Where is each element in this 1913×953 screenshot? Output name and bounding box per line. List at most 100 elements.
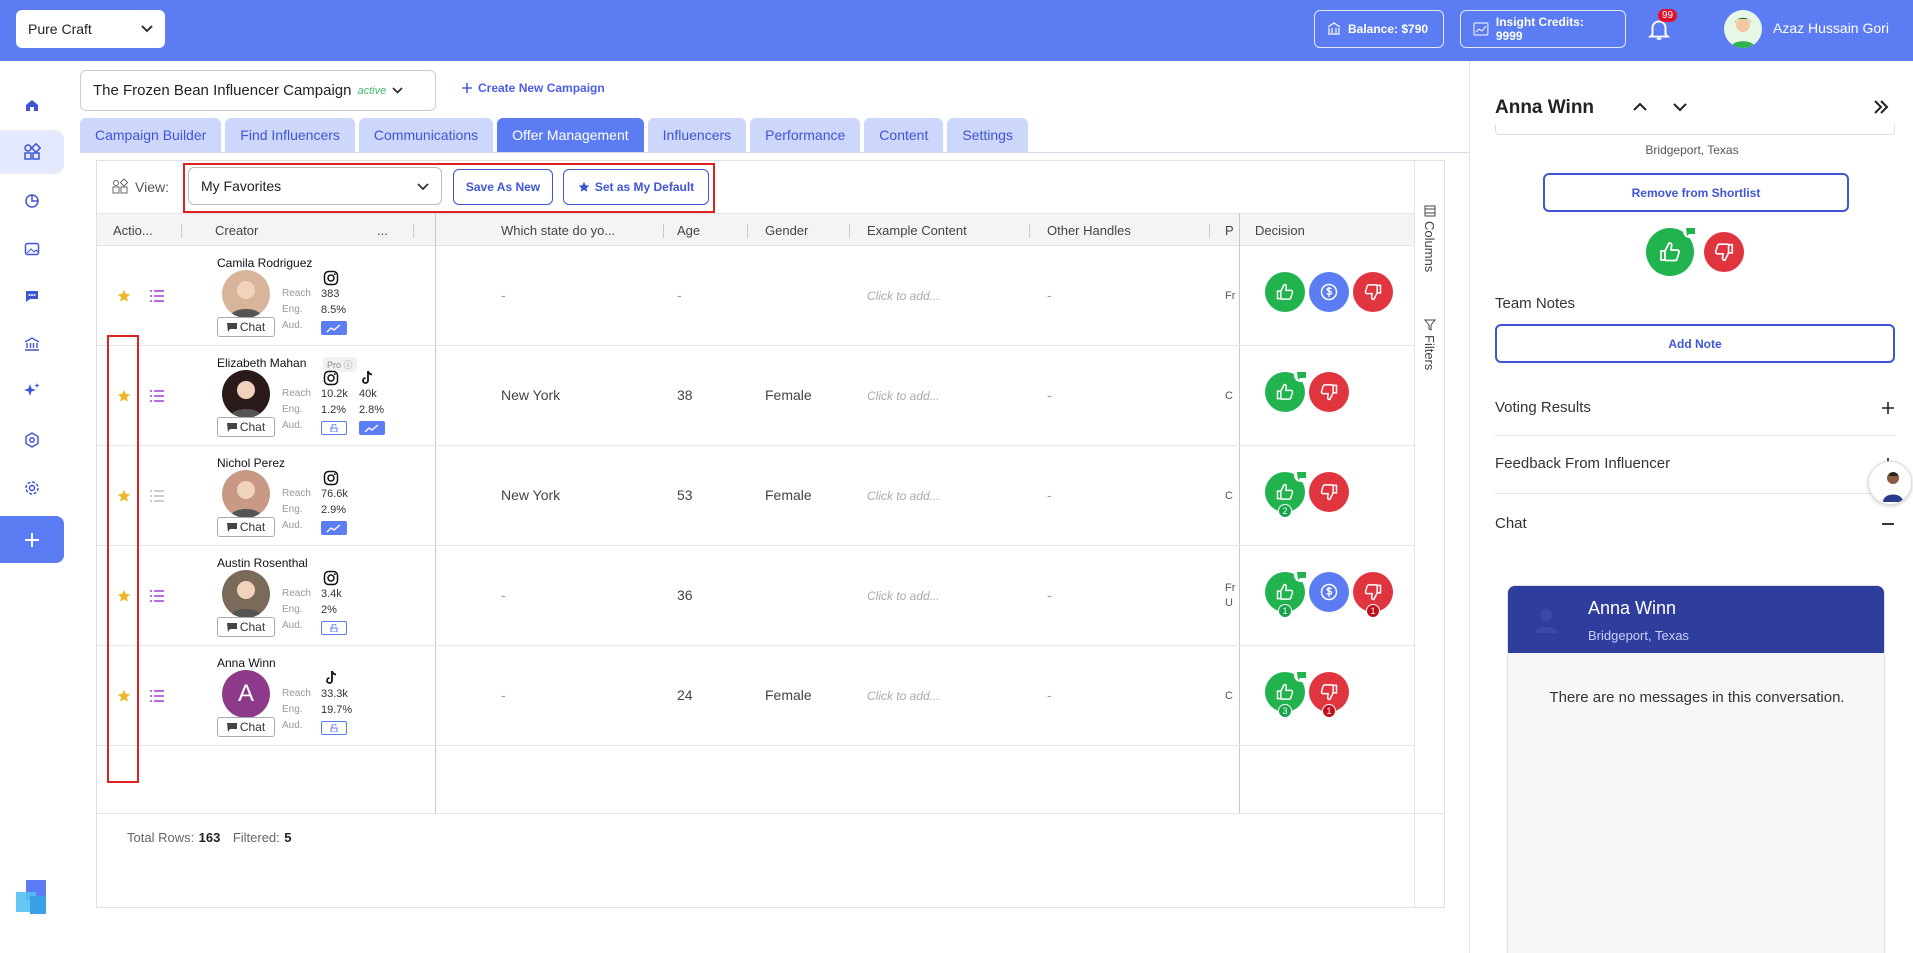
tab-offer-management[interactable]: Offer Management xyxy=(497,118,644,152)
audience-locked-icon[interactable] xyxy=(321,721,347,735)
tab-find-influencers[interactable]: Find Influencers xyxy=(225,118,355,152)
chat-button[interactable]: Chat xyxy=(217,417,275,437)
state-cell[interactable]: - xyxy=(501,687,506,703)
dislike-button[interactable] xyxy=(1309,372,1349,412)
tab-communications[interactable]: Communications xyxy=(358,118,494,152)
gender-cell[interactable]: Female xyxy=(765,487,812,503)
list-icon[interactable] xyxy=(149,689,165,703)
dislike-button[interactable] xyxy=(1309,472,1349,512)
table-row[interactable]: Camila Rodriguez Reach Eng. Aud. 383 8.5% Chat… xyxy=(97,246,1414,346)
table-row[interactable]: Nichol Perez Reach Eng. Aud. 76.6k 2.9% Chat Ne… xyxy=(97,446,1414,546)
remove-shortlist-button[interactable]: Remove from Shortlist xyxy=(1543,173,1849,212)
tab-influencers[interactable]: Influencers xyxy=(647,118,747,152)
like-button[interactable]: 2 xyxy=(1265,469,1308,518)
table-row[interactable]: Austin Rosenthal Reach Eng. Aud. 3.4k 2% Chat -… xyxy=(97,546,1414,646)
filters-tool[interactable]: Filters xyxy=(1422,319,1437,370)
offer-button[interactable] xyxy=(1309,572,1349,612)
col-example-content[interactable]: Example Content xyxy=(867,223,967,238)
col-state[interactable]: Which state do yo... xyxy=(501,223,615,238)
col-gender[interactable]: Gender xyxy=(765,223,808,238)
col-truncated[interactable]: ... xyxy=(377,223,388,238)
col-p[interactable]: P xyxy=(1225,223,1234,238)
list-icon[interactable] xyxy=(149,589,165,603)
sidebar-messages[interactable] xyxy=(0,274,64,318)
gender-cell[interactable]: Female xyxy=(765,387,812,403)
chevron-down-icon[interactable] xyxy=(1672,101,1688,113)
dislike-button[interactable]: 1 xyxy=(1353,572,1393,618)
panel-like-button[interactable] xyxy=(1646,225,1697,276)
chat-button[interactable]: Chat xyxy=(217,517,275,537)
example-content-cell[interactable]: Click to add... xyxy=(867,689,940,703)
p-cell[interactable]: C xyxy=(1225,489,1237,504)
list-icon[interactable] xyxy=(149,389,165,403)
creator-name[interactable]: Elizabeth Mahan xyxy=(217,356,306,370)
chat-button[interactable]: Chat xyxy=(217,317,275,337)
audience-chart-icon[interactable] xyxy=(321,521,347,535)
list-icon[interactable] xyxy=(149,289,165,303)
sidebar-payments[interactable] xyxy=(0,322,64,366)
columns-tool[interactable]: Columns xyxy=(1422,205,1437,272)
chat-section[interactable]: Chat xyxy=(1495,515,1895,532)
col-decision[interactable]: Decision xyxy=(1255,223,1305,238)
other-handles-cell[interactable]: - xyxy=(1047,487,1052,503)
save-as-new-button[interactable]: Save As New xyxy=(453,169,553,205)
collapse-panel-icon[interactable] xyxy=(1872,99,1890,115)
dislike-button[interactable] xyxy=(1353,272,1393,312)
feedback-section[interactable]: Feedback From Influencer xyxy=(1495,455,1895,472)
p-cell[interactable]: C xyxy=(1225,389,1237,404)
sidebar-media[interactable] xyxy=(0,227,64,271)
list-icon[interactable] xyxy=(149,489,165,503)
sidebar-home[interactable] xyxy=(0,83,64,127)
sidebar-settings[interactable] xyxy=(0,466,64,510)
age-cell[interactable]: 38 xyxy=(677,387,693,403)
tab-campaign-builder[interactable]: Campaign Builder xyxy=(80,118,222,152)
sidebar-analytics[interactable] xyxy=(0,179,64,223)
panel-dislike-button[interactable] xyxy=(1704,232,1744,272)
audience-chart-icon[interactable] xyxy=(359,421,385,435)
creator-name[interactable]: Nichol Perez xyxy=(217,456,285,470)
campaign-select[interactable]: The Frozen Bean Influencer Campaign acti… xyxy=(80,70,436,111)
user-name[interactable]: Azaz Hussain Gori xyxy=(1773,20,1889,36)
support-avatar[interactable] xyxy=(1868,461,1912,505)
sidebar-campaigns[interactable] xyxy=(0,130,64,174)
state-cell[interactable]: New York xyxy=(501,387,560,403)
audience-locked-icon[interactable] xyxy=(321,621,347,635)
age-cell[interactable]: 53 xyxy=(677,487,693,503)
balance-button[interactable]: Balance: $790 xyxy=(1314,10,1444,48)
insight-credits-button[interactable]: Insight Credits: 9999 xyxy=(1460,10,1626,48)
like-button[interactable]: 1 xyxy=(1265,569,1308,618)
example-content-cell[interactable]: Click to add... xyxy=(867,289,940,303)
dislike-button[interactable]: 1 xyxy=(1309,672,1349,718)
tab-content[interactable]: Content xyxy=(864,118,944,152)
age-cell[interactable]: - xyxy=(677,287,682,303)
creator-name[interactable]: Anna Winn xyxy=(217,656,276,670)
audience-chart-icon[interactable] xyxy=(321,321,347,335)
add-note-button[interactable]: Add Note xyxy=(1495,324,1895,363)
p-cell[interactable]: Fr xyxy=(1225,289,1237,304)
example-content-cell[interactable]: Click to add... xyxy=(867,589,940,603)
age-cell[interactable]: 24 xyxy=(677,687,693,703)
p-cell[interactable]: Fr U xyxy=(1225,581,1237,611)
chat-button[interactable]: Chat xyxy=(217,717,275,737)
example-content-cell[interactable]: Click to add... xyxy=(867,489,940,503)
state-cell[interactable]: New York xyxy=(501,487,560,503)
col-other-handles[interactable]: Other Handles xyxy=(1047,223,1131,238)
audience-locked-icon[interactable] xyxy=(321,421,347,435)
voting-results-section[interactable]: Voting Results xyxy=(1495,399,1895,416)
col-creator[interactable]: Creator xyxy=(215,223,258,238)
sidebar-security[interactable] xyxy=(0,418,64,462)
tab-performance[interactable]: Performance xyxy=(750,118,861,152)
creator-name[interactable]: Austin Rosenthal xyxy=(217,556,308,570)
tab-settings[interactable]: Settings xyxy=(947,118,1028,152)
sidebar-add-button[interactable] xyxy=(0,516,64,563)
example-content-cell[interactable]: Click to add... xyxy=(867,389,940,403)
other-handles-cell[interactable]: - xyxy=(1047,687,1052,703)
brand-select[interactable]: Pure Craft xyxy=(16,10,165,48)
like-button[interactable] xyxy=(1265,369,1308,412)
p-cell[interactable]: C xyxy=(1225,689,1237,704)
sidebar-ai[interactable] xyxy=(0,369,64,413)
view-select[interactable]: My Favorites xyxy=(188,167,442,205)
offer-button[interactable] xyxy=(1309,272,1349,312)
favorite-star-icon[interactable] xyxy=(117,289,131,303)
set-default-button[interactable]: Set as My Default xyxy=(563,169,709,205)
